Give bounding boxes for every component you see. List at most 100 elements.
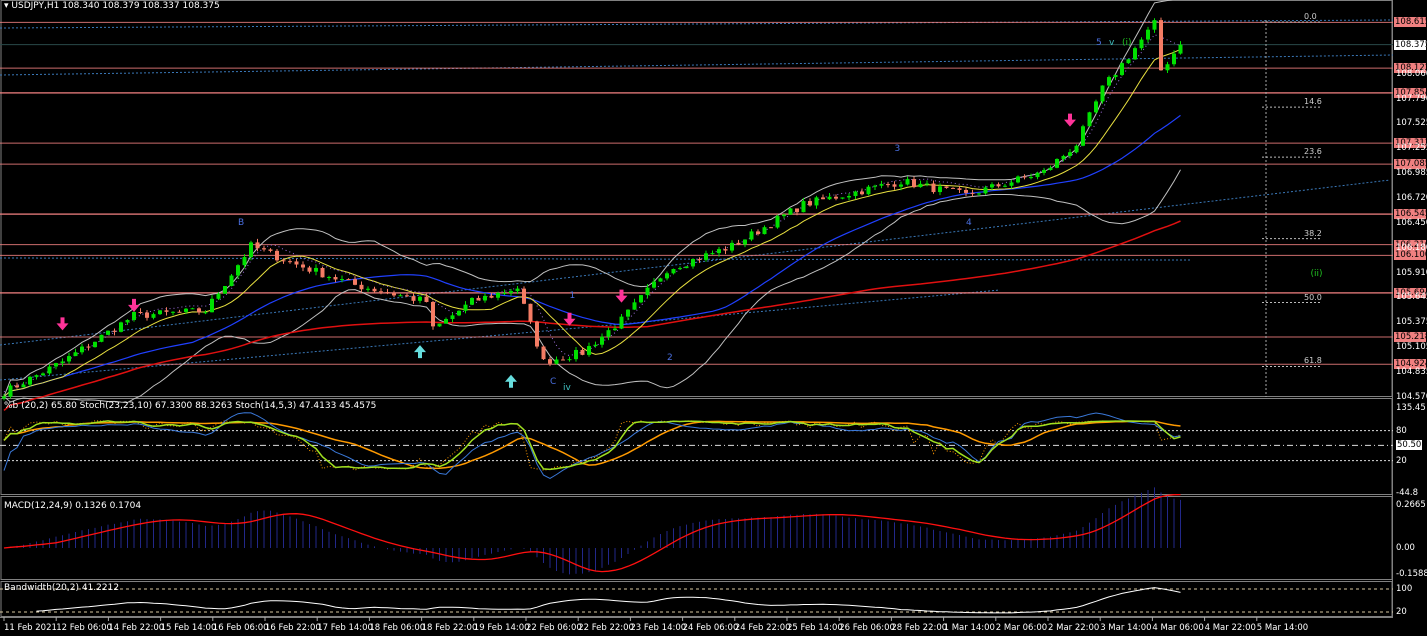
candle bbox=[996, 184, 1001, 187]
open-value: 108.340 bbox=[62, 1, 100, 11]
candle bbox=[756, 231, 760, 235]
candle bbox=[463, 304, 468, 311]
candle bbox=[671, 268, 676, 274]
trend-line bbox=[0, 257, 1191, 261]
candle bbox=[483, 295, 487, 301]
candle bbox=[151, 314, 156, 318]
price-tick-label: 106.720 bbox=[1396, 192, 1427, 203]
bandwidth-tick-label: 100 bbox=[1396, 584, 1413, 594]
time-label: 24 Feb 22:00 bbox=[734, 623, 791, 633]
candle bbox=[398, 295, 403, 297]
candle bbox=[515, 288, 520, 292]
candle bbox=[775, 216, 780, 228]
candle bbox=[353, 279, 357, 285]
high-value: 108.379 bbox=[102, 1, 140, 11]
candle bbox=[1048, 167, 1053, 171]
buy-arrow-icon bbox=[505, 374, 517, 388]
macd-tick-label: 0.00 bbox=[1396, 543, 1415, 553]
candle bbox=[1178, 44, 1183, 54]
candle bbox=[496, 292, 500, 298]
candle bbox=[2, 396, 6, 399]
candle bbox=[1074, 145, 1079, 153]
wave-label: B bbox=[238, 218, 245, 229]
macd-tick-label: 0.2665 bbox=[1396, 500, 1426, 510]
candle bbox=[203, 312, 208, 314]
time-label: 5 Mar 14:00 bbox=[1256, 623, 1309, 633]
candle bbox=[99, 334, 104, 342]
candle bbox=[288, 261, 292, 263]
candle bbox=[80, 346, 84, 353]
candle bbox=[593, 344, 598, 347]
candle bbox=[281, 260, 286, 262]
price-tick-label: 105.375 bbox=[1396, 317, 1427, 328]
wave-label: (ii) bbox=[1310, 269, 1323, 280]
candle bbox=[717, 249, 721, 254]
trend-line bbox=[0, 289, 1001, 381]
candle bbox=[879, 184, 884, 186]
candle bbox=[1120, 63, 1124, 75]
time-label: 17 Feb 14:00 bbox=[317, 623, 373, 633]
candle bbox=[541, 346, 546, 360]
candle bbox=[223, 285, 227, 294]
price-tick-label: 108.060 bbox=[1396, 68, 1427, 79]
close-value: 108.375 bbox=[182, 1, 220, 11]
candle bbox=[691, 258, 695, 267]
wave-label: 4 bbox=[966, 218, 972, 229]
bandwidth-panel-label: Bandwidth(20,2) 41.2212 bbox=[4, 583, 120, 593]
time-label: 4 Mar 22:00 bbox=[1204, 623, 1256, 633]
panel-border-2 bbox=[0, 496, 1393, 580]
candle bbox=[457, 310, 461, 316]
candle bbox=[736, 242, 741, 245]
stoch-tick-label: 50.50 bbox=[1396, 440, 1423, 451]
candle bbox=[320, 267, 325, 278]
symbol-label: USDJPY,H1 bbox=[11, 1, 60, 11]
stoch-tick-label: 80 bbox=[1396, 425, 1407, 436]
candle bbox=[769, 227, 773, 229]
candle bbox=[1055, 158, 1059, 168]
candle bbox=[340, 279, 344, 281]
candle bbox=[60, 361, 65, 364]
candle bbox=[639, 295, 643, 303]
candle bbox=[970, 192, 975, 194]
time-label: 22 Feb 22:00 bbox=[578, 623, 634, 633]
price-tick-label: 105.645 bbox=[1396, 292, 1427, 303]
candle bbox=[652, 281, 656, 288]
chart-canvas[interactable] bbox=[0, 0, 1427, 636]
candle bbox=[476, 297, 481, 301]
candle bbox=[847, 196, 851, 198]
stoch-tick-label: -44.8 bbox=[1396, 488, 1418, 498]
time-label: 14 Feb 22:00 bbox=[108, 623, 165, 633]
candle bbox=[1172, 53, 1176, 65]
candle bbox=[912, 179, 916, 188]
candle bbox=[886, 184, 890, 186]
candle bbox=[392, 293, 396, 296]
candle bbox=[470, 297, 474, 305]
candle bbox=[704, 253, 708, 260]
candle bbox=[697, 258, 702, 260]
panel-border-1 bbox=[0, 398, 1393, 495]
candle bbox=[749, 231, 754, 240]
time-label: 18 Feb 22:00 bbox=[421, 623, 478, 633]
price-tick-label: 106.180 bbox=[1396, 242, 1427, 253]
candle bbox=[268, 249, 273, 251]
candle bbox=[788, 208, 793, 215]
candle bbox=[405, 295, 409, 297]
candle bbox=[723, 249, 728, 251]
candle bbox=[873, 185, 877, 187]
candle bbox=[314, 267, 318, 272]
candle bbox=[431, 301, 435, 327]
time-label: 2 Mar 22:00 bbox=[1048, 623, 1100, 633]
candle bbox=[548, 359, 552, 364]
candle bbox=[814, 197, 819, 206]
buy-arrow-icon bbox=[414, 345, 426, 359]
candle bbox=[678, 268, 682, 270]
candle bbox=[853, 191, 858, 197]
candle bbox=[262, 248, 266, 250]
candle bbox=[626, 309, 630, 317]
price-tick-label: 106.985 bbox=[1396, 168, 1427, 179]
candle bbox=[164, 310, 169, 312]
time-label: 16 Feb 22:00 bbox=[265, 623, 321, 633]
candle bbox=[450, 315, 455, 320]
candle bbox=[210, 298, 214, 313]
candle bbox=[359, 284, 364, 290]
